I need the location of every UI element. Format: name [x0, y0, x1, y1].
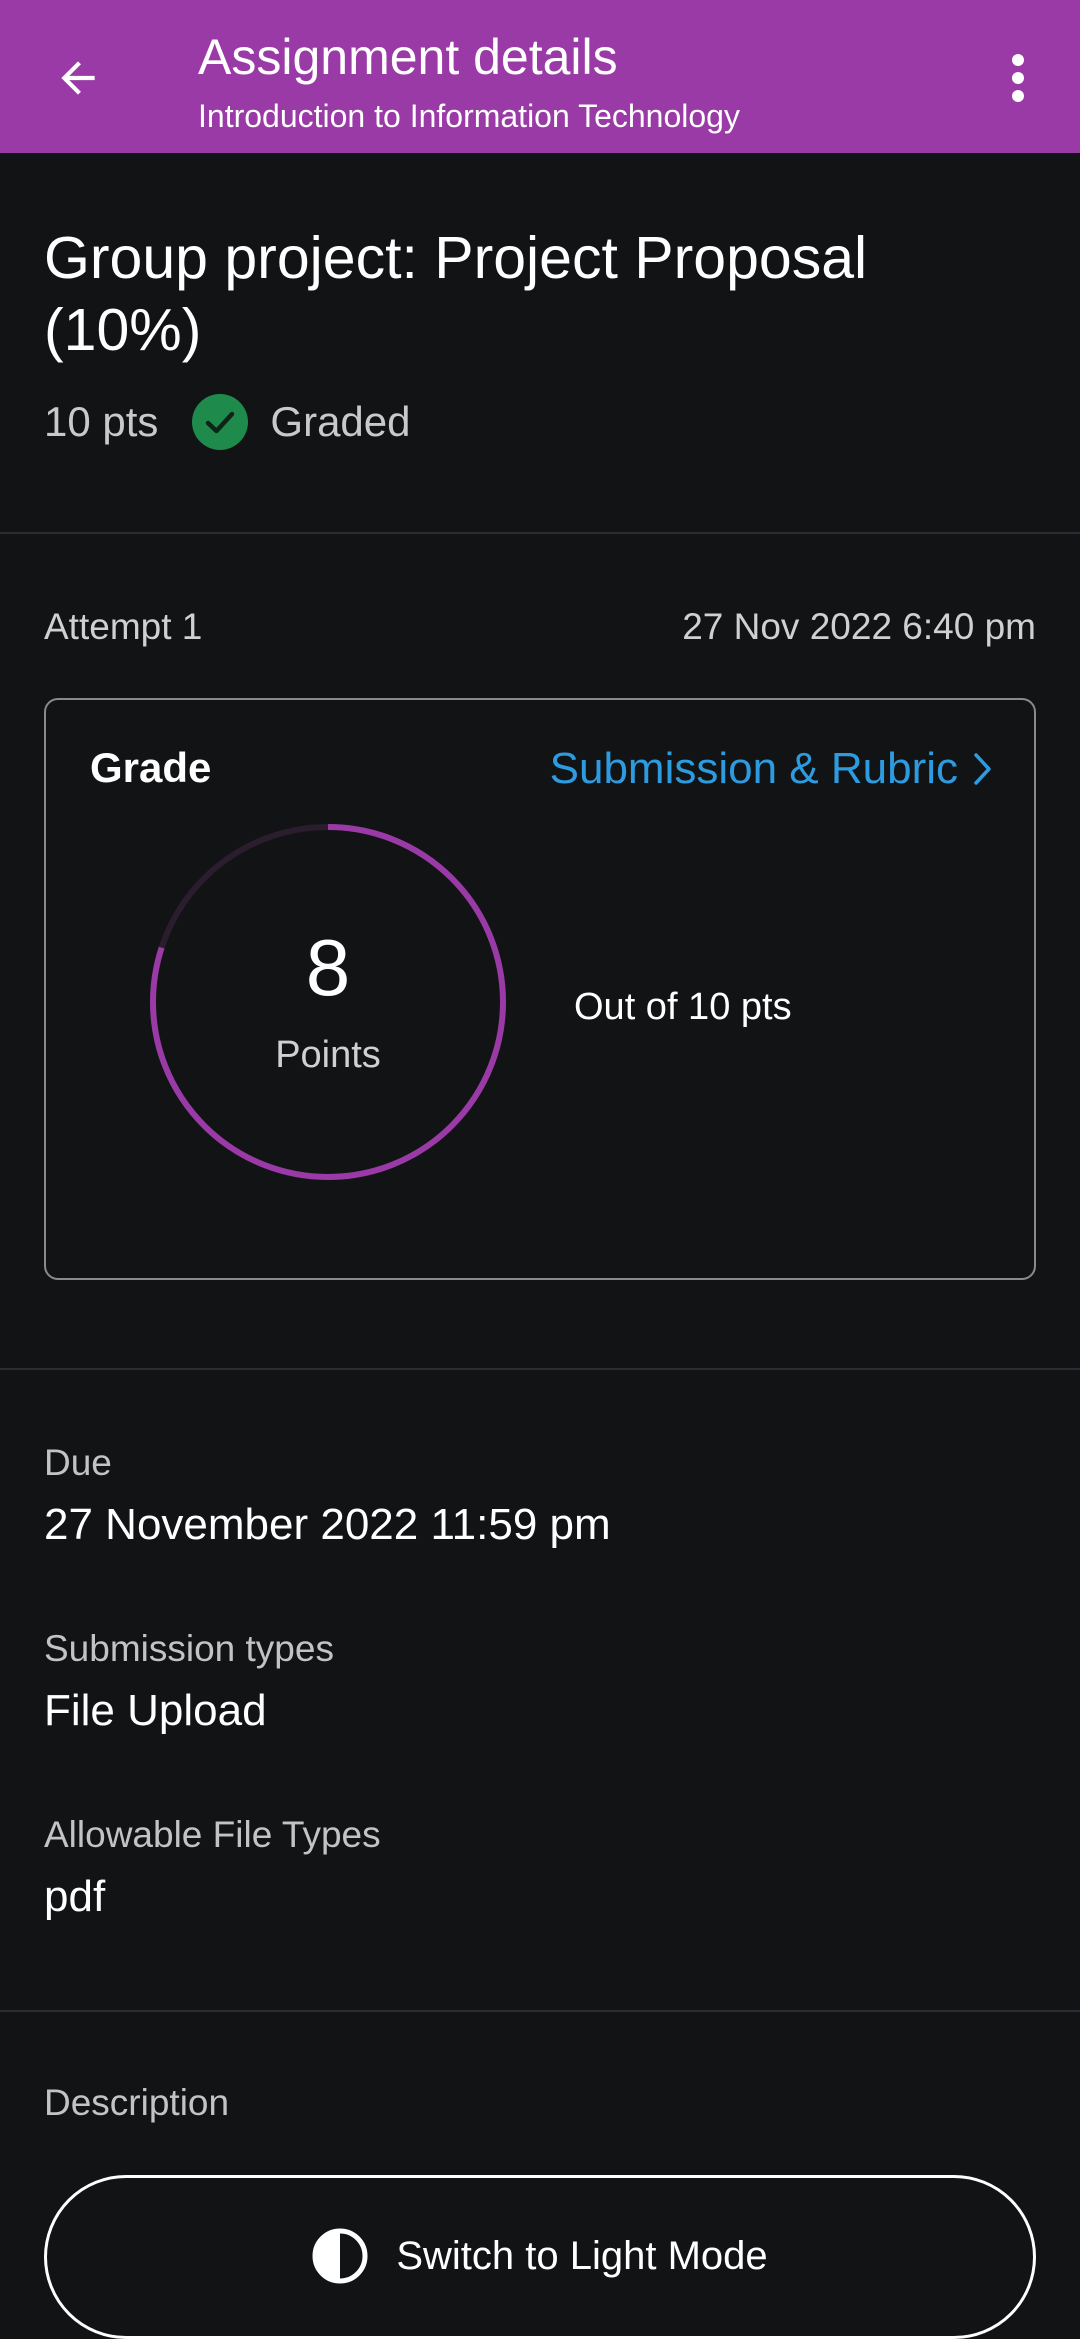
description-label: Description [44, 2082, 230, 2123]
contrast-icon [312, 2228, 368, 2284]
chevron-right-icon [972, 751, 994, 787]
assignment-title: Group project: Project Proposal (10%) [44, 225, 868, 363]
submission-rubric-label: Submission & Rubric [549, 744, 958, 793]
status-badge: Graded [270, 398, 411, 445]
file-types-value: pdf [44, 1872, 106, 1921]
score-gauge: 8 Points [148, 822, 508, 1182]
due-value: 27 November 2022 11:59 pm [44, 1500, 611, 1549]
points-out-of: Out of 10 pts [574, 986, 792, 1028]
file-types-label: Allowable File Types [44, 1814, 381, 1855]
more-vertical-icon [1012, 54, 1024, 102]
points-possible: 10 pts [44, 398, 159, 445]
submission-rubric-link[interactable]: Submission & Rubric [550, 744, 994, 794]
divider [0, 1368, 1080, 1370]
divider [0, 532, 1080, 534]
attempt-label: Attempt 1 [44, 606, 203, 647]
grade-card: Grade Submission & Rubric 8 Points Out o… [44, 698, 1036, 1280]
grade-score-unit: Points [275, 1034, 381, 1076]
page-title: Assignment details [198, 29, 618, 85]
submission-types-label: Submission types [44, 1628, 334, 1669]
grade-label: Grade [90, 744, 212, 791]
divider [0, 2010, 1080, 2012]
app-bar: Assignment details Introduction to Infor… [0, 0, 1080, 153]
overflow-menu-button[interactable] [990, 40, 1046, 116]
back-button[interactable] [38, 38, 118, 118]
assignment-meta: 10 pts Graded [44, 392, 411, 452]
attempt-date: 27 Nov 2022 6:40 pm [682, 606, 1036, 647]
grade-score: 8 [305, 923, 351, 1012]
due-label: Due [44, 1442, 112, 1483]
arrow-left-icon [61, 61, 95, 95]
switch-light-mode-label: Switch to Light Mode [396, 2234, 768, 2278]
switch-light-mode-button[interactable]: Switch to Light Mode [44, 2175, 1036, 2339]
check-circle-icon [192, 394, 249, 450]
submission-types-value: File Upload [44, 1686, 267, 1735]
course-subtitle: Introduction to Information Technology [198, 98, 740, 134]
